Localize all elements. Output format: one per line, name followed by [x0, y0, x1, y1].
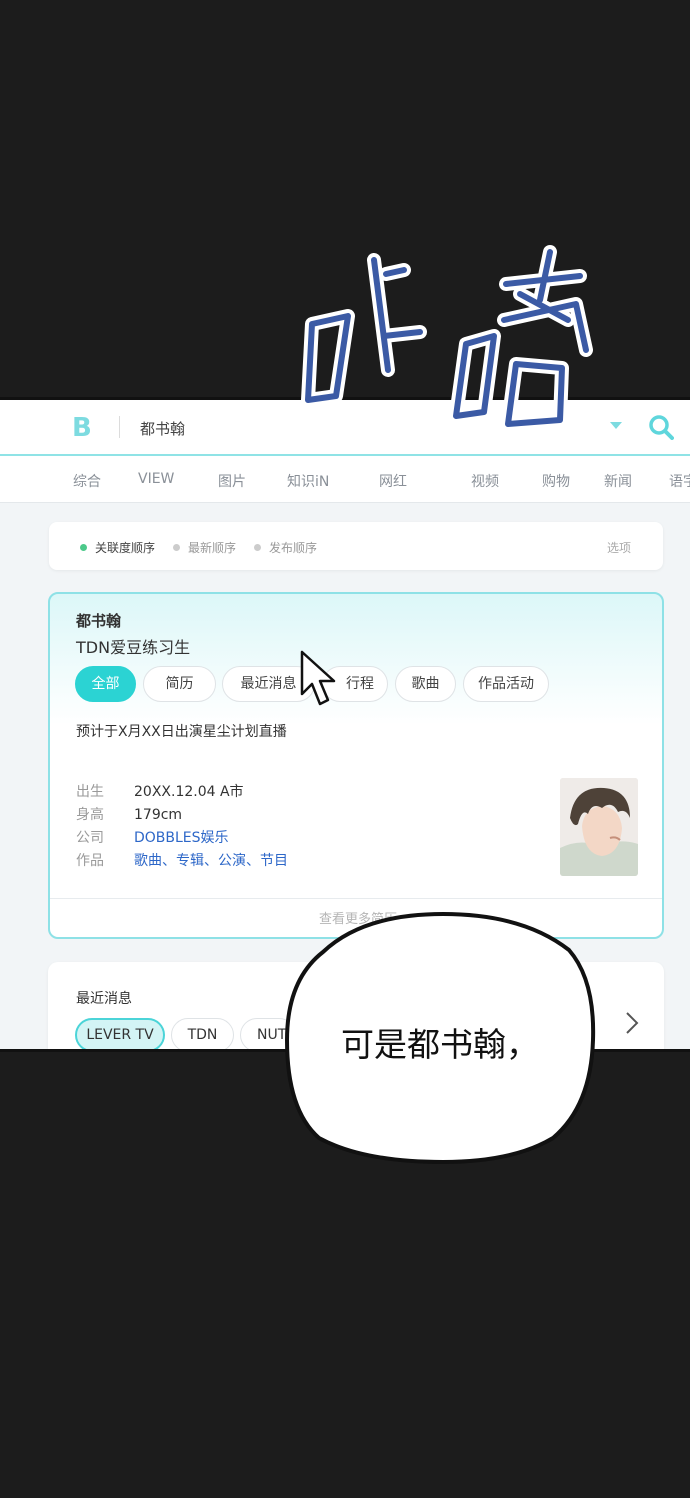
sort-published[interactable]: 发布顺序 — [254, 539, 317, 556]
dot-icon — [173, 544, 180, 551]
chip-all[interactable]: 全部 — [75, 666, 136, 702]
category-tabs: 综合 VIEW 图片 知识iN 网红 视频 购物 新闻 语字 — [0, 456, 690, 503]
profile-notice: 预计于X月XX日出演星尘计划直播 — [76, 724, 287, 740]
tab-news[interactable]: 新闻 — [604, 471, 632, 491]
info-value: 20XX.12.04 A市 — [134, 784, 244, 800]
info-works: 作品 歌曲、专辑、公演、节目 — [76, 850, 288, 870]
info-height: 身高 179cm — [76, 804, 182, 824]
sort-relevance[interactable]: 关联度顺序 — [80, 539, 155, 556]
info-value: 179cm — [134, 807, 183, 823]
profile-photo[interactable] — [560, 778, 638, 876]
profile-subtitle: TDN爱豆练习生 — [76, 638, 191, 657]
search-icon[interactable] — [648, 414, 674, 440]
chip-resume[interactable]: 简历 — [143, 666, 216, 702]
info-key: 公司 — [76, 830, 104, 846]
sfx-text: 咔嗒 — [296, 240, 298, 241]
tab-images[interactable]: 图片 — [218, 471, 246, 491]
sort-bar: 关联度顺序 最新顺序 发布顺序 选项 — [49, 522, 663, 570]
options-button[interactable]: 选项 — [607, 539, 631, 556]
sort-latest-label: 最新顺序 — [188, 541, 237, 555]
company-link[interactable]: DOBBLES娱乐 — [134, 830, 229, 846]
tab-influencer[interactable]: 网红 — [379, 471, 407, 491]
sort-published-label: 发布顺序 — [269, 541, 318, 555]
tab-view[interactable]: VIEW — [138, 471, 174, 487]
tab-shopping[interactable]: 购物 — [542, 471, 570, 491]
info-company: 公司 DOBBLES娱乐 — [76, 827, 229, 847]
site-logo[interactable]: B — [72, 413, 92, 443]
more-divider — [50, 898, 662, 899]
chip-tdn[interactable]: TDN — [171, 1018, 234, 1049]
chip-works[interactable]: 作品活动 — [463, 666, 549, 702]
sort-latest[interactable]: 最新顺序 — [173, 539, 236, 556]
tab-video[interactable]: 视频 — [471, 471, 499, 491]
info-key: 作品 — [76, 853, 104, 869]
dropdown-icon[interactable] — [610, 422, 622, 429]
sound-effect: 咔嗒 — [296, 240, 593, 431]
news-title: 最近消息 — [76, 991, 132, 1007]
profile-card: 都书翰 TDN爱豆练习生 全部 简历 最近消息 行程 歌曲 作品活动 预计于X月… — [48, 592, 664, 939]
tab-all[interactable]: 综合 — [73, 471, 101, 491]
chip-lever-tv[interactable]: LEVER TV — [75, 1018, 165, 1049]
tab-knowledge[interactable]: 知识iN — [287, 471, 329, 491]
info-birth: 出生 20XX.12.04 A市 — [76, 781, 244, 801]
profile-name[interactable]: 都书翰 — [76, 610, 121, 631]
header-divider — [119, 416, 120, 438]
chip-songs[interactable]: 歌曲 — [395, 666, 456, 702]
search-input[interactable]: 都书翰 — [140, 418, 185, 439]
info-key: 出生 — [76, 784, 104, 800]
mouse-cursor-icon — [300, 650, 336, 706]
info-key: 身高 — [76, 807, 104, 823]
dot-icon — [254, 544, 261, 551]
active-dot-icon — [80, 544, 87, 551]
sort-relevance-label: 关联度顺序 — [95, 541, 156, 555]
speech-text: 可是都书翰， — [341, 1025, 539, 1064]
tab-dictionary[interactable]: 语字 — [669, 471, 690, 491]
chevron-right-icon[interactable] — [622, 1010, 642, 1036]
works-link[interactable]: 歌曲、专辑、公演、节目 — [134, 853, 288, 869]
